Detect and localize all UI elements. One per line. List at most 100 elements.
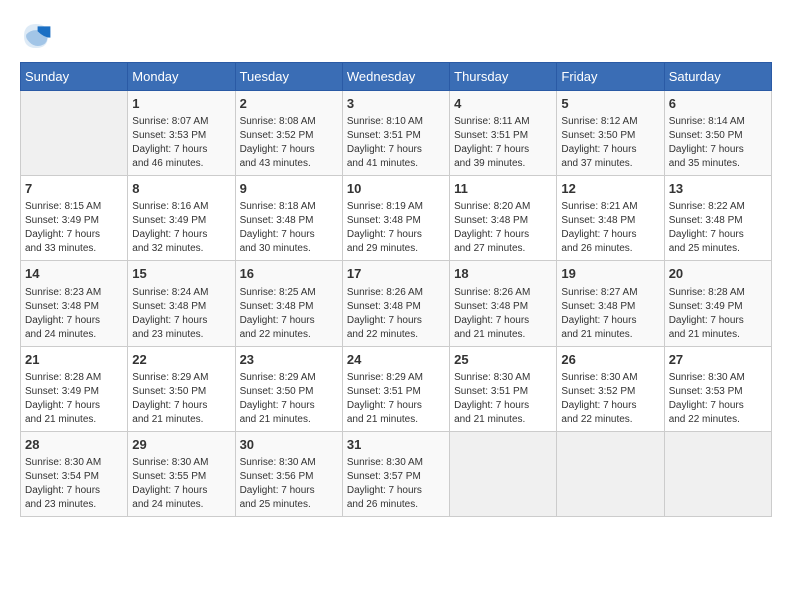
calendar-week-1: 1 Sunrise: 8:07 AM Sunset: 3:53 PM Daylig… [21,91,772,176]
calendar-cell: 19 Sunrise: 8:27 AM Sunset: 3:48 PM Dayli… [557,261,664,346]
day-info: Sunrise: 8:26 AM Sunset: 3:48 PM Dayligh… [347,286,445,342]
day-info: Sunrise: 8:12 AM Sunset: 3:50 PM Dayligh… [561,115,659,171]
calendar-cell: 14 Sunrise: 8:23 AM Sunset: 3:48 PM Dayli… [21,261,128,346]
day-number: 24 [347,351,445,369]
day-number: 30 [240,436,338,454]
header-day-saturday: Saturday [664,63,771,91]
calendar-cell: 3 Sunrise: 8:10 AM Sunset: 3:51 PM Daylig… [342,91,449,176]
calendar-cell: 27 Sunrise: 8:30 AM Sunset: 3:53 PM Dayli… [664,346,771,431]
calendar-cell: 28Sunrise: 8:30 AM Sunset: 3:54 PM Dayli… [21,431,128,516]
day-info: Sunrise: 8:29 AM Sunset: 3:50 PM Dayligh… [132,371,230,427]
calendar-cell: 1 Sunrise: 8:07 AM Sunset: 3:53 PM Daylig… [128,91,235,176]
calendar-cell: 20 Sunrise: 8:28 AM Sunset: 3:49 PM Dayli… [664,261,771,346]
day-info: Sunrise: 8:30 AM Sunset: 3:55 PM Dayligh… [132,456,230,512]
day-number: 26 [561,351,659,369]
day-number: 3 [347,95,445,113]
day-number: 17 [347,265,445,283]
calendar-cell: 16 Sunrise: 8:25 AM Sunset: 3:48 PM Dayli… [235,261,342,346]
day-number: 11 [454,180,552,198]
day-number: 14 [25,265,123,283]
day-number: 20 [669,265,767,283]
calendar-table: SundayMondayTuesdayWednesdayThursdayFrid… [20,62,772,517]
calendar-cell: 18Sunrise: 8:26 AM Sunset: 3:48 PM Dayli… [450,261,557,346]
day-info: Sunrise: 8:16 AM Sunset: 3:49 PM Dayligh… [132,200,230,256]
calendar-cell: 31 Sunrise: 8:30 AM Sunset: 3:57 PM Dayli… [342,431,449,516]
calendar-cell [557,431,664,516]
day-info: Sunrise: 8:28 AM Sunset: 3:49 PM Dayligh… [669,286,767,342]
day-number: 1 [132,95,230,113]
calendar-cell: 5Sunrise: 8:12 AM Sunset: 3:50 PM Daylig… [557,91,664,176]
day-info: Sunrise: 8:25 AM Sunset: 3:48 PM Dayligh… [240,286,338,342]
day-number: 25 [454,351,552,369]
calendar-cell: 29 Sunrise: 8:30 AM Sunset: 3:55 PM Dayli… [128,431,235,516]
day-number: 16 [240,265,338,283]
calendar-cell: 23 Sunrise: 8:29 AM Sunset: 3:50 PM Dayli… [235,346,342,431]
calendar-cell: 22 Sunrise: 8:29 AM Sunset: 3:50 PM Dayli… [128,346,235,431]
header-day-thursday: Thursday [450,63,557,91]
day-info: Sunrise: 8:21 AM Sunset: 3:48 PM Dayligh… [561,200,659,256]
calendar-cell: 7 Sunrise: 8:15 AM Sunset: 3:49 PM Daylig… [21,176,128,261]
calendar-cell: 11 Sunrise: 8:20 AM Sunset: 3:48 PM Dayli… [450,176,557,261]
calendar-cell [664,431,771,516]
calendar-body: 1 Sunrise: 8:07 AM Sunset: 3:53 PM Daylig… [21,91,772,517]
calendar-cell: 2 Sunrise: 8:08 AM Sunset: 3:52 PM Daylig… [235,91,342,176]
day-info: Sunrise: 8:07 AM Sunset: 3:53 PM Dayligh… [132,115,230,171]
calendar-cell: 8Sunrise: 8:16 AM Sunset: 3:49 PM Daylig… [128,176,235,261]
day-info: Sunrise: 8:19 AM Sunset: 3:48 PM Dayligh… [347,200,445,256]
calendar-cell: 15Sunrise: 8:24 AM Sunset: 3:48 PM Dayli… [128,261,235,346]
day-number: 19 [561,265,659,283]
calendar-week-4: 21Sunrise: 8:28 AM Sunset: 3:49 PM Dayli… [21,346,772,431]
day-number: 13 [669,180,767,198]
day-info: Sunrise: 8:08 AM Sunset: 3:52 PM Dayligh… [240,115,338,171]
day-info: Sunrise: 8:15 AM Sunset: 3:49 PM Dayligh… [25,200,123,256]
calendar-cell: 26 Sunrise: 8:30 AM Sunset: 3:52 PM Dayli… [557,346,664,431]
day-number: 28 [25,436,123,454]
day-number: 10 [347,180,445,198]
day-number: 23 [240,351,338,369]
calendar-week-2: 7 Sunrise: 8:15 AM Sunset: 3:49 PM Daylig… [21,176,772,261]
header-day-friday: Friday [557,63,664,91]
day-number: 6 [669,95,767,113]
page-header [20,20,772,52]
day-number: 18 [454,265,552,283]
day-number: 2 [240,95,338,113]
day-info: Sunrise: 8:22 AM Sunset: 3:48 PM Dayligh… [669,200,767,256]
logo-icon [20,20,52,52]
day-number: 4 [454,95,552,113]
day-info: Sunrise: 8:29 AM Sunset: 3:50 PM Dayligh… [240,371,338,427]
calendar-cell: 30 Sunrise: 8:30 AM Sunset: 3:56 PM Dayli… [235,431,342,516]
day-info: Sunrise: 8:20 AM Sunset: 3:48 PM Dayligh… [454,200,552,256]
day-info: Sunrise: 8:23 AM Sunset: 3:48 PM Dayligh… [25,286,123,342]
day-number: 22 [132,351,230,369]
calendar-week-5: 28Sunrise: 8:30 AM Sunset: 3:54 PM Dayli… [21,431,772,516]
day-info: Sunrise: 8:18 AM Sunset: 3:48 PM Dayligh… [240,200,338,256]
day-info: Sunrise: 8:14 AM Sunset: 3:50 PM Dayligh… [669,115,767,171]
header-day-wednesday: Wednesday [342,63,449,91]
calendar-cell: 12 Sunrise: 8:21 AM Sunset: 3:48 PM Dayli… [557,176,664,261]
day-info: Sunrise: 8:27 AM Sunset: 3:48 PM Dayligh… [561,286,659,342]
day-number: 15 [132,265,230,283]
day-number: 12 [561,180,659,198]
calendar-cell: 10 Sunrise: 8:19 AM Sunset: 3:48 PM Dayli… [342,176,449,261]
day-number: 29 [132,436,230,454]
day-number: 31 [347,436,445,454]
calendar-cell: 21Sunrise: 8:28 AM Sunset: 3:49 PM Dayli… [21,346,128,431]
day-info: Sunrise: 8:11 AM Sunset: 3:51 PM Dayligh… [454,115,552,171]
calendar-week-3: 14 Sunrise: 8:23 AM Sunset: 3:48 PM Dayli… [21,261,772,346]
day-number: 7 [25,180,123,198]
calendar-cell: 9 Sunrise: 8:18 AM Sunset: 3:48 PM Daylig… [235,176,342,261]
calendar-cell: 4 Sunrise: 8:11 AM Sunset: 3:51 PM Daylig… [450,91,557,176]
day-info: Sunrise: 8:30 AM Sunset: 3:56 PM Dayligh… [240,456,338,512]
day-info: Sunrise: 8:10 AM Sunset: 3:51 PM Dayligh… [347,115,445,171]
day-number: 9 [240,180,338,198]
day-number: 27 [669,351,767,369]
day-info: Sunrise: 8:30 AM Sunset: 3:57 PM Dayligh… [347,456,445,512]
calendar-cell: 24Sunrise: 8:29 AM Sunset: 3:51 PM Dayli… [342,346,449,431]
header-row: SundayMondayTuesdayWednesdayThursdayFrid… [21,63,772,91]
day-info: Sunrise: 8:30 AM Sunset: 3:53 PM Dayligh… [669,371,767,427]
day-info: Sunrise: 8:30 AM Sunset: 3:51 PM Dayligh… [454,371,552,427]
calendar-cell: 13 Sunrise: 8:22 AM Sunset: 3:48 PM Dayli… [664,176,771,261]
header-day-sunday: Sunday [21,63,128,91]
day-info: Sunrise: 8:30 AM Sunset: 3:52 PM Dayligh… [561,371,659,427]
calendar-cell [450,431,557,516]
